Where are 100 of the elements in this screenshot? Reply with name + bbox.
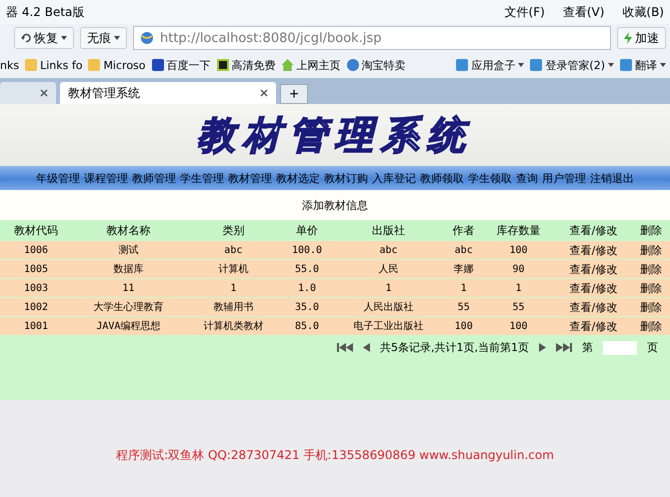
table-cell: 55	[482, 298, 555, 316]
table-cell: 100	[444, 317, 482, 335]
table-cell: 1006	[0, 241, 72, 259]
table-cell: 1.0	[282, 279, 332, 297]
page-label: 第	[582, 340, 593, 355]
lightning-icon	[624, 32, 632, 44]
restore-button[interactable]: 恢复	[14, 27, 74, 49]
first-page-icon[interactable]	[337, 343, 353, 352]
table-cell: 1	[332, 279, 445, 297]
house-icon	[282, 59, 294, 71]
nav-link[interactable]: 教材订购	[324, 170, 368, 186]
table-cell[interactable]: 查看/修改	[554, 317, 632, 335]
table-cell: 100.0	[282, 241, 332, 259]
add-link[interactable]: 添加教材信息	[302, 198, 368, 212]
nav-link[interactable]: 用户管理	[542, 170, 586, 186]
table-cell: 90	[482, 260, 555, 278]
menu-item[interactable]: 文件(F)	[504, 4, 545, 20]
folder-icon	[25, 59, 38, 71]
caret-icon	[61, 36, 67, 40]
table-cell[interactable]: 查看/修改	[554, 279, 632, 297]
caret-icon	[608, 63, 614, 67]
toolbar-item[interactable]: 翻译	[620, 58, 666, 72]
column-header: 作者	[444, 221, 482, 240]
next-page-icon[interactable]	[539, 343, 546, 352]
undo-arrow-icon	[21, 33, 31, 43]
system-title: 教材管理系统	[197, 110, 473, 158]
nav-link[interactable]: 教师管理	[132, 170, 176, 186]
address-bar[interactable]: http://localhost:8080/jcgl/book.jsp	[133, 26, 611, 50]
column-header: 教材名称	[72, 221, 185, 240]
footer-text: 程序测试:双鱼林 QQ:287307421 手机:13558690869 www.shuangyulin.com	[116, 446, 554, 464]
nav-link[interactable]: 年级管理	[36, 170, 80, 186]
table-cell[interactable]: 删除	[632, 317, 670, 335]
table-cell[interactable]: 查看/修改	[554, 241, 632, 259]
table-cell: 电子工业出版社	[332, 317, 445, 335]
table-cell: 100	[482, 317, 555, 335]
table-cell[interactable]: 查看/修改	[554, 298, 632, 316]
table-cell: 1001	[0, 317, 72, 335]
nav-link[interactable]: 查询	[516, 170, 538, 186]
table-cell[interactable]: 删除	[632, 298, 670, 316]
bookmark[interactable]: Links fo	[25, 58, 82, 72]
bookmark[interactable]: Microso	[88, 58, 146, 72]
table-cell: 11	[72, 279, 185, 297]
folder-icon	[88, 59, 100, 71]
table-cell[interactable]: 删除	[632, 260, 670, 278]
table-cell[interactable]: 删除	[632, 241, 670, 259]
table-cell: 85.0	[282, 317, 332, 335]
nav-link[interactable]: 教师领取	[420, 170, 464, 186]
table-cell: 55	[444, 298, 482, 316]
table-cell: 1	[482, 279, 555, 297]
bookmark[interactable]: 百度一下	[152, 58, 211, 72]
table-cell: 人民	[332, 260, 445, 278]
bookmark[interactable]: 高清免费	[216, 58, 276, 72]
table-cell: 55.0	[282, 260, 332, 278]
nav-link[interactable]: 入库登记	[372, 170, 416, 186]
column-header: 查看/修改	[554, 221, 632, 240]
toolbar-item[interactable]: 登录管家(2)	[530, 58, 614, 72]
nav-link[interactable]: 课程管理	[84, 170, 128, 186]
bookmark[interactable]: nks	[0, 58, 20, 72]
table-cell: 大学生心理教育	[72, 298, 185, 316]
table-cell: 李娜	[444, 260, 482, 278]
menu-item[interactable]: 收藏(B)	[622, 4, 664, 20]
column-header: 出版社	[332, 221, 445, 240]
private-mode-button[interactable]: 无痕	[80, 27, 127, 49]
column-header: 教材代码	[0, 221, 72, 240]
table-cell: 数据库	[72, 260, 185, 278]
previous-page-icon[interactable]	[363, 343, 370, 352]
close-icon[interactable]	[260, 89, 268, 97]
caret-icon	[660, 63, 666, 67]
page-input[interactable]	[603, 340, 637, 354]
table-cell: abc	[444, 241, 482, 259]
app-icon	[456, 59, 468, 71]
table-cell[interactable]: 删除	[632, 279, 670, 297]
browser-tab[interactable]: 教材管理系统	[60, 82, 276, 104]
nav-link[interactable]: 学生管理	[180, 170, 224, 186]
column-header: 删除	[632, 221, 670, 240]
nav-link[interactable]: 教材管理	[228, 170, 272, 186]
app-icon	[620, 59, 632, 71]
close-icon[interactable]	[40, 89, 48, 97]
table-cell: JAVA编程思想	[72, 317, 185, 335]
column-header: 单价	[282, 221, 332, 240]
table-cell: 1005	[0, 260, 72, 278]
table-cell: 1003	[0, 279, 72, 297]
bookmark[interactable]: 淘宝特卖	[346, 58, 406, 72]
last-page-icon[interactable]	[556, 343, 572, 352]
menu-item[interactable]: 查看(V)	[562, 4, 604, 20]
app-icon	[530, 59, 542, 71]
nav-link[interactable]: 学生领取	[468, 170, 512, 186]
bookmark[interactable]: 上网主页	[282, 58, 341, 72]
new-tab-button[interactable]: +	[280, 84, 308, 104]
nav-link[interactable]: 注销退出	[590, 170, 634, 186]
nav-link[interactable]: 教材选定	[276, 170, 320, 186]
record-summary: 共5条记录,共计1页,当前第1页	[380, 340, 529, 355]
caret-icon	[518, 63, 524, 67]
table-cell: 计算机	[184, 260, 282, 278]
speed-button[interactable]: 加速	[617, 27, 666, 49]
table-cell: 100	[482, 241, 555, 259]
toolbar-item[interactable]: 应用盒子	[456, 58, 524, 72]
table-cell[interactable]: 查看/修改	[554, 260, 632, 278]
table-cell: 计算机类教材	[184, 317, 282, 335]
column-header: 类别	[184, 221, 282, 240]
